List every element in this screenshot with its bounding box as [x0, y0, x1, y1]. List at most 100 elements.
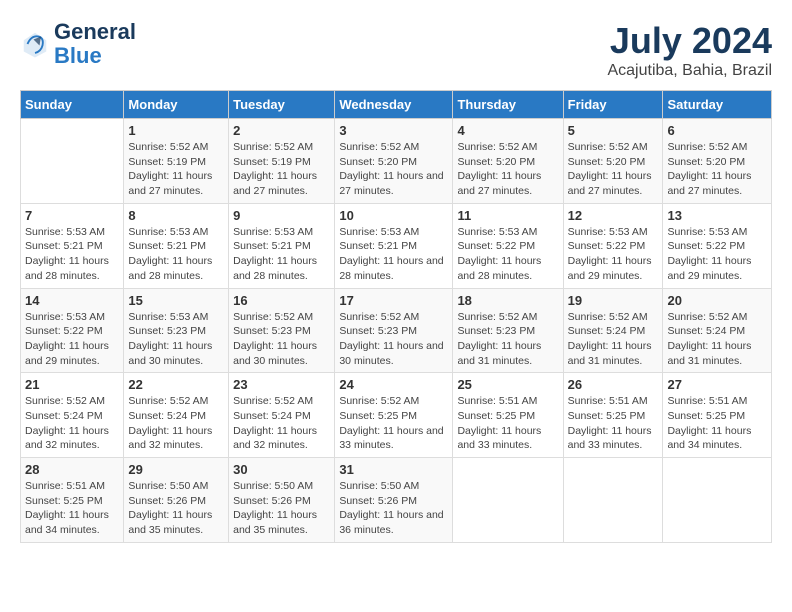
day-number: 7 [25, 208, 119, 223]
calendar-cell: 2 Sunrise: 5:52 AMSunset: 5:19 PMDaylight… [229, 119, 335, 204]
day-detail: Sunrise: 5:53 AMSunset: 5:22 PMDaylight:… [568, 225, 659, 284]
day-number: 16 [233, 293, 330, 308]
day-detail: Sunrise: 5:52 AMSunset: 5:23 PMDaylight:… [339, 310, 448, 369]
calendar-table: SundayMondayTuesdayWednesdayThursdayFrid… [20, 90, 772, 543]
day-number: 15 [128, 293, 224, 308]
calendar-cell: 24 Sunrise: 5:52 AMSunset: 5:25 PMDayligh… [335, 373, 453, 458]
calendar-cell: 30 Sunrise: 5:50 AMSunset: 5:26 PMDayligh… [229, 458, 335, 543]
day-header-saturday: Saturday [663, 91, 772, 119]
calendar-cell: 12 Sunrise: 5:53 AMSunset: 5:22 PMDayligh… [563, 203, 663, 288]
logo: General Blue [20, 20, 136, 68]
day-detail: Sunrise: 5:52 AMSunset: 5:20 PMDaylight:… [339, 140, 448, 199]
day-detail: Sunrise: 5:52 AMSunset: 5:24 PMDaylight:… [667, 310, 767, 369]
day-detail: Sunrise: 5:50 AMSunset: 5:26 PMDaylight:… [233, 479, 330, 538]
day-number: 21 [25, 377, 119, 392]
calendar-cell: 10 Sunrise: 5:53 AMSunset: 5:21 PMDayligh… [335, 203, 453, 288]
day-number: 12 [568, 208, 659, 223]
calendar-cell: 29 Sunrise: 5:50 AMSunset: 5:26 PMDayligh… [124, 458, 229, 543]
calendar-cell: 1 Sunrise: 5:52 AMSunset: 5:19 PMDaylight… [124, 119, 229, 204]
calendar-cell: 9 Sunrise: 5:53 AMSunset: 5:21 PMDaylight… [229, 203, 335, 288]
day-detail: Sunrise: 5:52 AMSunset: 5:24 PMDaylight:… [25, 394, 119, 453]
day-detail: Sunrise: 5:52 AMSunset: 5:24 PMDaylight:… [568, 310, 659, 369]
calendar-cell: 20Sunrise: 5:52 AMSunset: 5:24 PMDayligh… [663, 288, 772, 373]
calendar-cell: 3 Sunrise: 5:52 AMSunset: 5:20 PMDaylight… [335, 119, 453, 204]
day-number: 31 [339, 462, 448, 477]
day-number: 18 [457, 293, 558, 308]
title-block: July 2024 Acajutiba, Bahia, Brazil [607, 20, 772, 80]
calendar-cell [663, 458, 772, 543]
day-detail: Sunrise: 5:53 AMSunset: 5:22 PMDaylight:… [667, 225, 767, 284]
day-number: 14 [25, 293, 119, 308]
day-number: 24 [339, 377, 448, 392]
day-number: 29 [128, 462, 224, 477]
calendar-cell: 31 Sunrise: 5:50 AMSunset: 5:26 PMDayligh… [335, 458, 453, 543]
day-detail: Sunrise: 5:51 AMSunset: 5:25 PMDaylight:… [667, 394, 767, 453]
day-header-wednesday: Wednesday [335, 91, 453, 119]
day-number: 6 [667, 123, 767, 138]
calendar-cell: 7 Sunrise: 5:53 AMSunset: 5:21 PMDaylight… [21, 203, 124, 288]
day-number: 3 [339, 123, 448, 138]
calendar-cell: 15Sunrise: 5:53 AMSunset: 5:23 PMDayligh… [124, 288, 229, 373]
day-number: 10 [339, 208, 448, 223]
day-header-monday: Monday [124, 91, 229, 119]
calendar-cell: 26 Sunrise: 5:51 AMSunset: 5:25 PMDayligh… [563, 373, 663, 458]
calendar-cell: 8Sunrise: 5:53 AMSunset: 5:21 PMDaylight… [124, 203, 229, 288]
day-detail: Sunrise: 5:53 AMSunset: 5:21 PMDaylight:… [25, 225, 119, 284]
calendar-cell: 18 Sunrise: 5:52 AMSunset: 5:23 PMDayligh… [453, 288, 563, 373]
calendar-cell: 14 Sunrise: 5:53 AMSunset: 5:22 PMDayligh… [21, 288, 124, 373]
page-subtitle: Acajutiba, Bahia, Brazil [607, 62, 772, 80]
calendar-cell: 13 Sunrise: 5:53 AMSunset: 5:22 PMDayligh… [663, 203, 772, 288]
day-header-sunday: Sunday [21, 91, 124, 119]
day-header-thursday: Thursday [453, 91, 563, 119]
page-title: July 2024 [607, 20, 772, 62]
day-number: 26 [568, 377, 659, 392]
calendar-cell: 22 Sunrise: 5:52 AMSunset: 5:24 PMDayligh… [124, 373, 229, 458]
day-number: 11 [457, 208, 558, 223]
day-detail: Sunrise: 5:53 AMSunset: 5:21 PMDaylight:… [233, 225, 330, 284]
day-detail: Sunrise: 5:50 AMSunset: 5:26 PMDaylight:… [128, 479, 224, 538]
day-number: 4 [457, 123, 558, 138]
day-detail: Sunrise: 5:52 AMSunset: 5:23 PMDaylight:… [457, 310, 558, 369]
day-detail: Sunrise: 5:53 AMSunset: 5:21 PMDaylight:… [339, 225, 448, 284]
day-header-friday: Friday [563, 91, 663, 119]
day-detail: Sunrise: 5:51 AMSunset: 5:25 PMDaylight:… [568, 394, 659, 453]
day-number: 30 [233, 462, 330, 477]
calendar-cell [21, 119, 124, 204]
day-header-tuesday: Tuesday [229, 91, 335, 119]
day-number: 13 [667, 208, 767, 223]
calendar-cell: 6 Sunrise: 5:52 AMSunset: 5:20 PMDaylight… [663, 119, 772, 204]
day-number: 28 [25, 462, 119, 477]
calendar-cell: 27 Sunrise: 5:51 AMSunset: 5:25 PMDayligh… [663, 373, 772, 458]
day-detail: Sunrise: 5:52 AMSunset: 5:20 PMDaylight:… [568, 140, 659, 199]
day-detail: Sunrise: 5:53 AMSunset: 5:22 PMDaylight:… [25, 310, 119, 369]
day-detail: Sunrise: 5:52 AMSunset: 5:19 PMDaylight:… [128, 140, 224, 199]
calendar-cell: 4Sunrise: 5:52 AMSunset: 5:20 PMDaylight… [453, 119, 563, 204]
calendar-cell: 19 Sunrise: 5:52 AMSunset: 5:24 PMDayligh… [563, 288, 663, 373]
day-detail: Sunrise: 5:52 AMSunset: 5:24 PMDaylight:… [128, 394, 224, 453]
calendar-cell [563, 458, 663, 543]
day-number: 25 [457, 377, 558, 392]
day-number: 1 [128, 123, 224, 138]
calendar-cell: 17Sunrise: 5:52 AMSunset: 5:23 PMDayligh… [335, 288, 453, 373]
day-number: 27 [667, 377, 767, 392]
calendar-cell: 11Sunrise: 5:53 AMSunset: 5:22 PMDayligh… [453, 203, 563, 288]
day-detail: Sunrise: 5:51 AMSunset: 5:25 PMDaylight:… [457, 394, 558, 453]
calendar-cell: 25 Sunrise: 5:51 AMSunset: 5:25 PMDayligh… [453, 373, 563, 458]
calendar-cell: 16 Sunrise: 5:52 AMSunset: 5:23 PMDayligh… [229, 288, 335, 373]
day-number: 2 [233, 123, 330, 138]
day-number: 9 [233, 208, 330, 223]
day-number: 22 [128, 377, 224, 392]
day-detail: Sunrise: 5:52 AMSunset: 5:23 PMDaylight:… [233, 310, 330, 369]
calendar-cell: 21 Sunrise: 5:52 AMSunset: 5:24 PMDayligh… [21, 373, 124, 458]
logo-icon [20, 29, 50, 59]
logo-text: General Blue [54, 20, 136, 68]
day-detail: Sunrise: 5:52 AMSunset: 5:20 PMDaylight:… [667, 140, 767, 199]
day-detail: Sunrise: 5:52 AMSunset: 5:25 PMDaylight:… [339, 394, 448, 453]
day-detail: Sunrise: 5:50 AMSunset: 5:26 PMDaylight:… [339, 479, 448, 538]
day-number: 23 [233, 377, 330, 392]
calendar-cell: 28Sunrise: 5:51 AMSunset: 5:25 PMDayligh… [21, 458, 124, 543]
day-detail: Sunrise: 5:52 AMSunset: 5:19 PMDaylight:… [233, 140, 330, 199]
day-number: 19 [568, 293, 659, 308]
day-number: 5 [568, 123, 659, 138]
page-header: General Blue July 2024 Acajutiba, Bahia,… [20, 20, 772, 80]
